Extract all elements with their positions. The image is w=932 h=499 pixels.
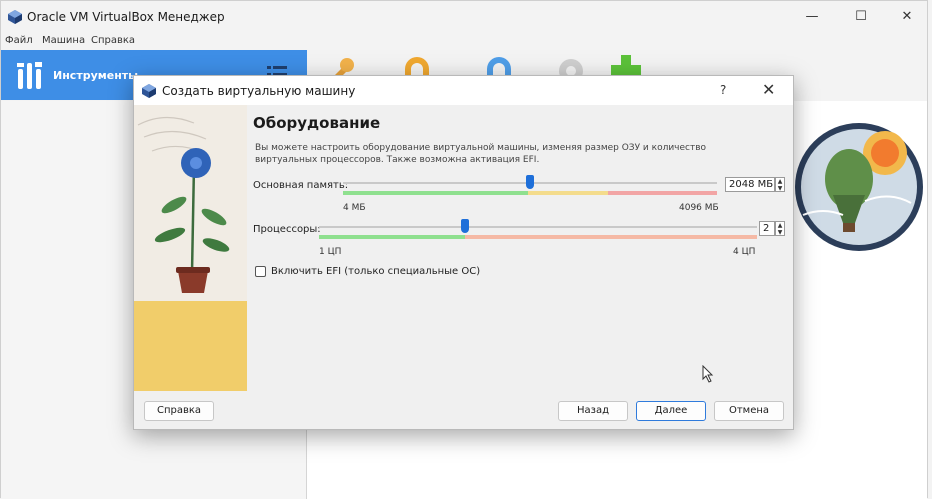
page-description: Вы можете настроить оборудование виртуал… <box>255 143 707 165</box>
memory-label: Основная память: <box>253 180 349 191</box>
dialog-title: Создать виртуальную машину <box>162 84 356 98</box>
virtualbox-dialog-icon <box>142 84 156 98</box>
memory-value-field[interactable]: 2048 МБ <box>725 177 775 192</box>
cancel-button[interactable]: Отмена <box>714 401 784 421</box>
back-button[interactable]: Назад <box>558 401 628 421</box>
help-button[interactable]: Справка <box>144 401 214 421</box>
memory-yellow-range <box>528 191 608 195</box>
next-button[interactable]: Далее <box>636 401 706 421</box>
minimize-button[interactable]: — <box>801 7 823 27</box>
cpu-value-field[interactable]: 2 <box>759 221 775 236</box>
main-titlebar: Oracle VM VirtualBox Менеджер — ☐ ✕ <box>1 1 927 33</box>
create-vm-dialog: Создать виртуальную машину ? ✕ Оборудова… <box>133 75 794 430</box>
dialog-titlebar: Создать виртуальную машину ? ✕ <box>134 76 793 105</box>
cpu-label: Процессоры: <box>253 224 321 235</box>
memory-slider-thumb[interactable] <box>526 175 534 189</box>
memory-red-range <box>608 191 717 195</box>
cpu-min-label: 1 ЦП <box>319 247 342 257</box>
tools-label: Инструменты <box>53 69 139 82</box>
dialog-button-bar: Справка Назад Далее Отмена <box>134 391 793 429</box>
cpu-slider-thumb[interactable] <box>461 219 469 233</box>
cpu-red-range <box>465 235 757 239</box>
cpu-green-range <box>319 235 465 239</box>
window-title: Oracle VM VirtualBox Менеджер <box>27 10 225 24</box>
virtualbox-app-icon <box>8 10 22 24</box>
page-heading: Оборудование <box>253 114 381 132</box>
menu-file[interactable]: Файл <box>5 35 33 46</box>
memory-min-label: 4 МБ <box>343 203 366 213</box>
hardware-page: Оборудование Вы можете настроить оборудо… <box>247 105 793 391</box>
cpu-slider-track[interactable] <box>319 226 757 228</box>
plant-illustration <box>134 105 247 391</box>
menubar: Файл Машина Справка <box>1 33 927 50</box>
cpu-spin-buttons[interactable]: ▲ ▼ <box>775 221 785 236</box>
efi-label: Включить EFI (только специальные ОС) <box>271 266 481 277</box>
efi-checkbox[interactable] <box>255 266 266 277</box>
memory-green-range <box>343 191 528 195</box>
cpu-max-label: 4 ЦП <box>733 247 756 257</box>
memory-max-label: 4096 МБ <box>679 203 719 213</box>
tools-icon <box>17 62 42 89</box>
menu-help[interactable]: Справка <box>91 35 135 46</box>
dialog-help-button[interactable]: ? <box>720 83 726 97</box>
close-window-button[interactable]: ✕ <box>896 7 918 27</box>
maximize-button[interactable]: ☐ <box>850 7 872 27</box>
memory-spin-buttons[interactable]: ▲ ▼ <box>775 177 785 192</box>
menu-machine[interactable]: Машина <box>42 35 85 46</box>
mouse-cursor-icon <box>702 365 714 383</box>
balloon-illustration <box>795 123 923 251</box>
dialog-close-button[interactable]: ✕ <box>762 80 775 99</box>
